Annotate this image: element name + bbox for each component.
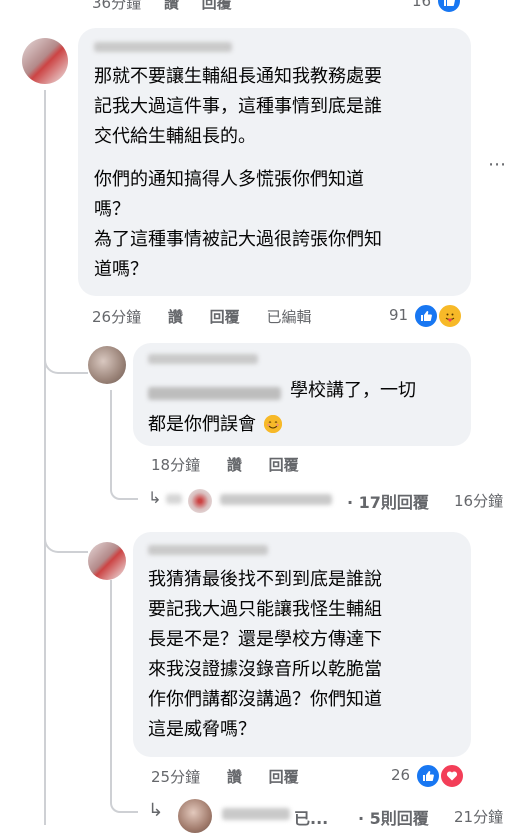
timestamp: 25分鐘: [151, 768, 201, 786]
reply-button[interactable]: 回覆: [202, 0, 232, 12]
timestamp: 21分鐘: [454, 808, 504, 826]
reply-button[interactable]: 回覆: [210, 308, 240, 326]
reply-button[interactable]: 回覆: [269, 768, 299, 786]
thread-connector: [110, 486, 138, 500]
reaction-count[interactable]: 16: [412, 0, 431, 10]
reply-bubble: 我猜猜最後找不到到底是誰說 要記我大過只能讓我怪生輔組 長是不是？還是學校方傳達…: [133, 532, 471, 757]
replier-avatar[interactable]: [88, 346, 126, 384]
reply-author-avatar[interactable]: [188, 489, 212, 513]
love-reaction-icon: [439, 763, 465, 789]
reaction-count[interactable]: 26: [391, 766, 410, 784]
timestamp: 26分鐘: [92, 308, 142, 326]
thread-connector: [44, 523, 88, 553]
like-button[interactable]: 讚: [227, 456, 242, 474]
like-reaction-icon: [436, 0, 462, 14]
more-options-icon[interactable]: ⋯: [488, 154, 507, 175]
reply-text: 學校講了，一切: [290, 380, 416, 401]
reply-author-name-blurred[interactable]: [222, 808, 290, 820]
smile-emoji-icon: [263, 415, 282, 433]
like-reaction-icon: [413, 303, 439, 329]
mention-tag-blurred[interactable]: [148, 387, 281, 400]
like-button[interactable]: 讚: [168, 308, 183, 326]
thread-line: [110, 580, 112, 795]
like-button[interactable]: 讚: [227, 768, 242, 786]
commenter-name-blurred[interactable]: [94, 42, 232, 52]
reply-arrow-icon: ↳: [148, 800, 164, 821]
reply-author-name-blurred[interactable]: [220, 494, 332, 505]
like-reaction-icon: [415, 763, 441, 789]
reply-text: 我猜猜最後找不到到底是誰說 要記我大過只能讓我怪生輔組 長是不是？還是學校方傳達…: [148, 569, 382, 740]
replier-avatar[interactable]: [88, 542, 126, 580]
reply-meta-row: 25分鐘 讚 回覆: [151, 766, 299, 787]
reply-button[interactable]: 回覆: [269, 456, 299, 474]
comment-meta-row: 26分鐘 讚 回覆 已編輯: [92, 306, 311, 327]
care-reaction-icon: [437, 303, 463, 329]
comment-text: 那就不要讓生輔組長通知我教務處要 記我大過這件事，這種事情到底是誰 交代給生輔組…: [94, 66, 382, 280]
timestamp: 18分鐘: [151, 456, 201, 474]
comment-bubble: 那就不要讓生輔組長通知我教務處要 記我大過這件事，這種事情到底是誰 交代給生輔組…: [78, 28, 471, 296]
reaction-count[interactable]: 91: [389, 306, 408, 324]
reply-author-avatar[interactable]: [178, 799, 212, 833]
reply-author-suffix[interactable]: 已...: [294, 805, 328, 829]
edited-label: 已編輯: [266, 308, 312, 326]
timestamp: 36分鐘: [92, 0, 142, 12]
reply-arrow-icon: ↳: [148, 488, 162, 507]
view-replies-link[interactable]: · 17則回覆: [347, 489, 429, 513]
reply-meta-row: 18分鐘 讚 回覆: [151, 454, 299, 475]
view-replies-link[interactable]: · 5則回覆: [358, 805, 429, 829]
replier-name-blurred[interactable]: [148, 545, 268, 555]
thread-line: [110, 390, 112, 486]
like-button[interactable]: 讚: [164, 0, 179, 12]
thread-line: [44, 90, 46, 825]
reply-text-cont: 都是你們誤會: [148, 410, 282, 440]
reply-bubble: 學校講了，一切 都是你們誤會: [133, 343, 471, 446]
replier-name-blurred[interactable]: [148, 354, 258, 364]
commenter-avatar[interactable]: [22, 38, 68, 84]
thread-connector: [110, 795, 138, 813]
top-meta-row: 36分鐘 讚 回覆: [92, 0, 232, 13]
thread-connector: [44, 348, 88, 374]
timestamp: 16分鐘: [454, 492, 504, 510]
reply-author-avatar-blurred: [166, 494, 182, 504]
